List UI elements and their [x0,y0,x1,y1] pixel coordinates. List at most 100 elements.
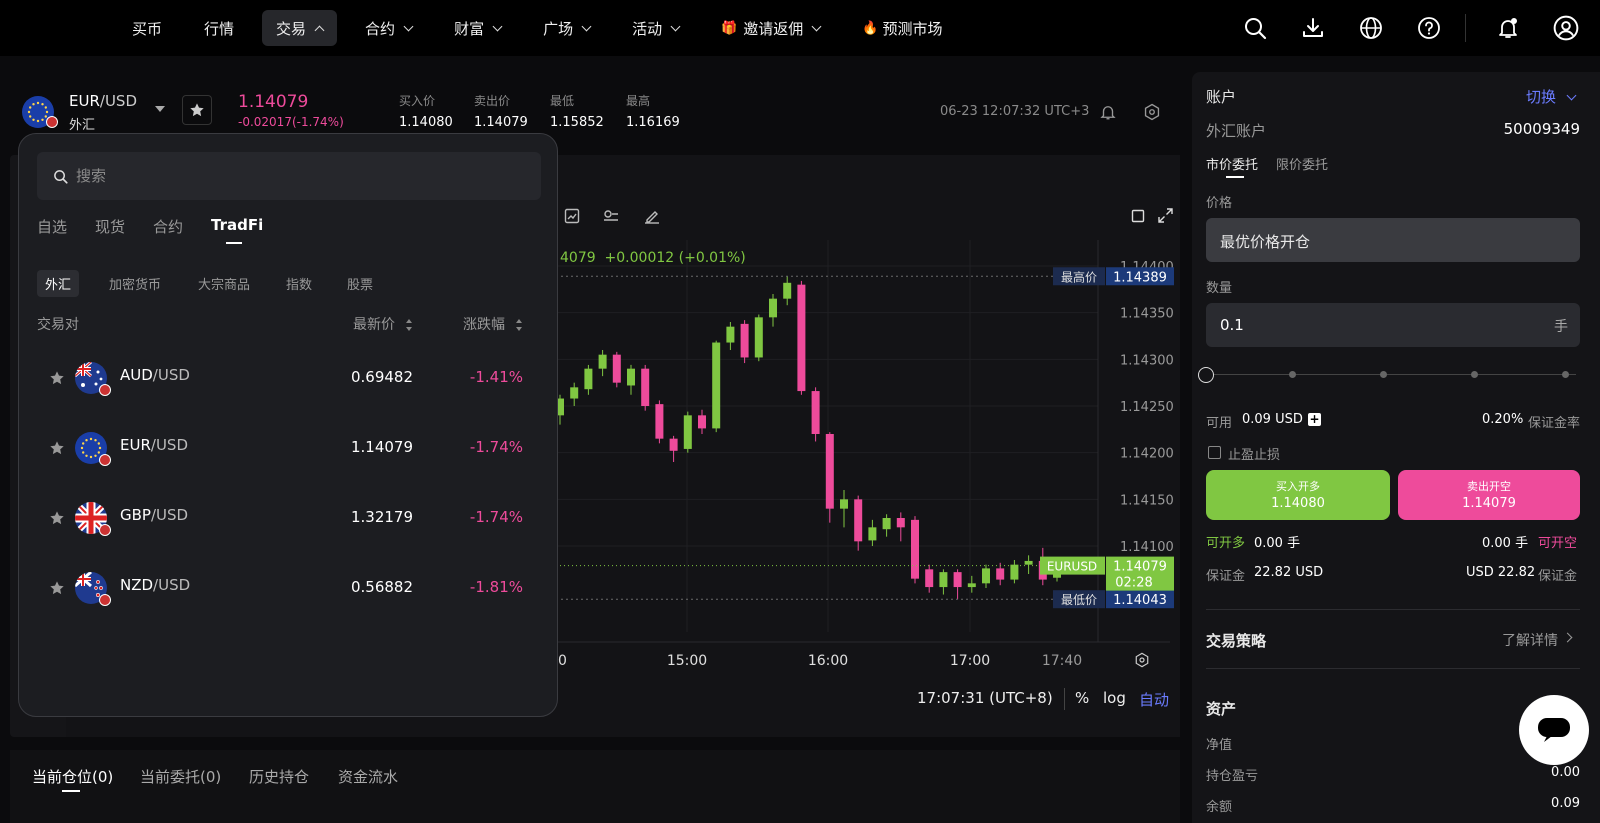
us-flag-icon [99,384,111,396]
add-funds-icon[interactable]: + [1308,413,1321,426]
price-value: 最优价格开仓 [1220,233,1311,251]
pair-change: -1.74% [469,508,523,526]
tab-market-order[interactable]: 市价委托 [1206,154,1258,173]
subtab-crypto[interactable]: 加密货币 [101,270,169,297]
user-icon[interactable] [1550,12,1582,44]
subtab-stocks[interactable]: 股票 [339,270,381,297]
chat-support-button[interactable] [1519,695,1589,765]
help-icon[interactable] [1413,12,1445,44]
star-icon[interactable] [49,370,65,386]
subtab-indices[interactable]: 指数 [278,270,320,297]
sort-icon [516,319,523,331]
divider [1206,609,1580,610]
col-price-header[interactable]: 最新价 [353,314,413,334]
candle-body [868,527,877,541]
can-short-label: 可开空 [1538,536,1578,551]
candle-body [655,404,664,439]
slider-handle[interactable] [1198,367,1214,383]
star-icon[interactable] [49,440,65,456]
slider-mark[interactable] [1562,371,1569,378]
y-tick-label: 1.14100 [1120,540,1174,555]
fullscreen-icon[interactable] [1158,208,1173,227]
us-flag-icon [99,524,111,536]
search-icon [54,169,68,184]
candle-body [854,499,863,542]
candle-body [598,354,607,369]
quantity-slider-track[interactable] [1206,374,1576,375]
pair-symbol: GBP/USD [120,506,189,524]
list-item-eur[interactable]: EUR/USD 1.14079 -1.74% [19,410,559,480]
learn-more-link[interactable]: 了解详情 [1502,630,1558,650]
pair-change: -1.81% [469,578,523,596]
tab-open-orders[interactable]: 当前委托(0) [140,766,221,787]
slider-mark[interactable] [1289,371,1296,378]
tab-position-history[interactable]: 历史持仓 [249,766,309,787]
high-price-value: 1.14389 [1113,270,1167,285]
can-long-label: 可开多 [1206,536,1246,551]
subtab-commodities[interactable]: 大宗商品 [190,270,258,297]
buy-long-button[interactable]: 买入开多 1.14080 [1206,470,1390,520]
slider-mark[interactable] [1471,371,1478,378]
tpsl-checkbox[interactable] [1208,446,1221,459]
tab-contracts[interactable]: 合约 [153,216,183,237]
search-box[interactable] [37,152,541,200]
candle-body [769,298,777,318]
log-scale-toggle[interactable]: log [1103,689,1126,707]
tab-positions[interactable]: 当前仓位(0) [32,766,113,787]
chart-clock: 17:07:31 (UTC+8) [917,689,1053,707]
account-number: 50009349 [1503,120,1580,138]
candle-body [683,415,692,449]
available-label: 可用 [1206,416,1233,431]
current-symbol-label: EURUSD [1047,560,1097,574]
price-field[interactable]: 最优价格开仓 [1206,218,1580,262]
switch-account-button[interactable]: 切换 [1526,86,1556,107]
pair-change: -1.74% [469,438,523,456]
candle-body [726,326,735,343]
current-price-value: 1.14079 [1113,560,1167,575]
search-icon[interactable] [1239,12,1271,44]
candle-body [967,583,976,588]
sell-short-button[interactable]: 卖出开空 1.14079 [1398,470,1580,520]
nav-icons [1213,12,1582,44]
y-tick-label: 1.14250 [1120,400,1174,415]
quantity-input[interactable]: 0.1 [1220,316,1244,334]
candle-timer: 02:28 [1115,576,1152,591]
candle-body [825,434,834,509]
tab-watchlist[interactable]: 自选 [37,216,67,237]
window-icon[interactable] [1131,209,1145,227]
search-input[interactable] [76,167,516,185]
tpsl-label: 止盈止损 [1228,448,1281,463]
bell-icon[interactable] [1492,12,1524,44]
draw-tool-icon[interactable] [644,208,660,228]
tab-tradfi[interactable]: TradFi [211,216,263,234]
tab-fund-flow[interactable]: 资金流水 [338,766,398,787]
net-value-label: 净值 [1206,738,1233,753]
chart-type-icon[interactable] [564,208,580,228]
list-item-gbp[interactable]: GBP/USD 1.32179 -1.74% [19,480,559,550]
margin-label: 保证金 [1206,569,1246,584]
list-item-nzd[interactable]: NZD/USD 0.56882 -1.81% [19,550,559,620]
indicator-icon[interactable] [603,208,619,228]
tab-spot[interactable]: 现货 [95,216,125,237]
percent-scale-toggle[interactable]: % [1075,689,1089,707]
chevron-right-icon [1562,632,1573,643]
chart-settings-icon[interactable] [1134,652,1150,672]
x-tick-label: 17:40 [1042,653,1082,669]
assets-title: 资产 [1206,700,1237,718]
star-icon[interactable] [49,510,65,526]
slider-mark[interactable] [1380,371,1387,378]
balance-label: 余额 [1206,800,1233,815]
auto-scale-toggle[interactable]: 自动 [1139,689,1169,710]
list-item-aud[interactable]: AUD/USD 0.69482 -1.41% [19,340,559,410]
subtab-forex[interactable]: 外汇 [37,270,80,297]
tab-limit-order[interactable]: 限价委托 [1276,154,1328,173]
quantity-field[interactable]: 0.1 手 [1206,303,1580,347]
candle-body [911,519,919,579]
candle-body [669,438,678,451]
col-change-header[interactable]: 涨跌幅 [463,314,523,334]
x-tick-label: 16:00 [808,653,848,669]
globe-icon[interactable] [1355,12,1387,44]
y-tick-label: 1.14200 [1120,447,1174,462]
star-icon[interactable] [49,580,65,596]
download-icon[interactable] [1297,12,1329,44]
